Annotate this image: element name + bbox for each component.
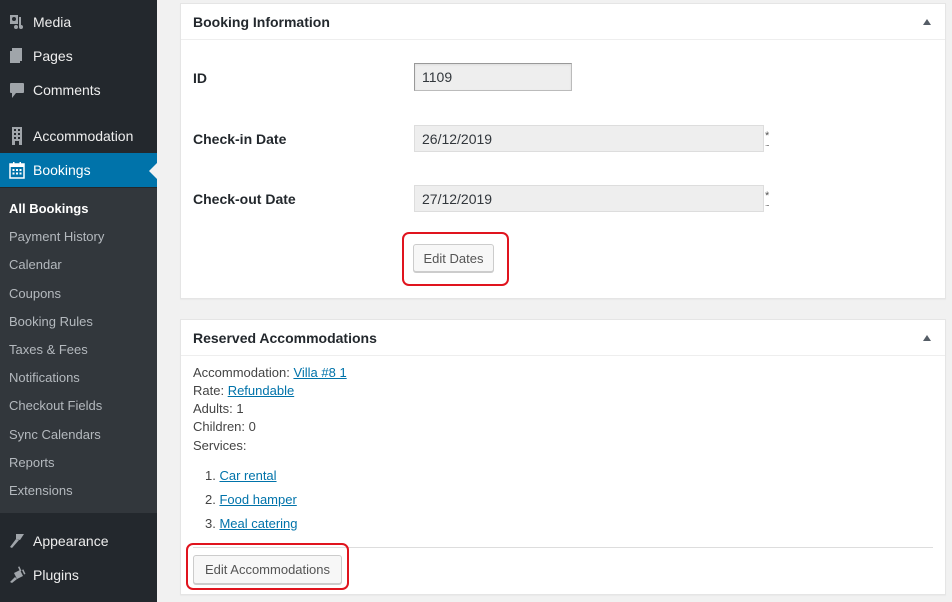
building-icon [0, 126, 33, 146]
submenu-checkout-fields[interactable]: Checkout Fields [9, 397, 102, 415]
submenu-sync-calendars[interactable]: Sync Calendars [9, 426, 101, 444]
booking-information-header[interactable]: Booking Information [181, 4, 945, 40]
service-link-car-rental[interactable]: Car rental [219, 468, 276, 483]
submenu-calendar[interactable]: Calendar [9, 256, 62, 274]
rate-link[interactable]: Refundable [228, 383, 295, 398]
submenu-all-bookings[interactable]: All Bookings [9, 200, 88, 218]
service-link-food-hamper[interactable]: Food hamper [219, 492, 296, 507]
booking-information-title: Booking Information [193, 13, 330, 30]
paintbrush-icon [0, 531, 33, 551]
submenu-taxes-fees[interactable]: Taxes & Fees [9, 341, 88, 359]
reserved-accommodations-box: Reserved Accommodations Accommodation: V… [180, 319, 946, 595]
sidebar-item-plugins[interactable]: Plugins [0, 558, 157, 592]
service-item: 2. Food hamper [205, 492, 297, 507]
service-item: 1. Car rental [205, 468, 277, 483]
submenu-reports[interactable]: Reports [9, 454, 55, 472]
rate-line: Rate: Refundable [193, 383, 295, 398]
required-mark: *... [765, 190, 770, 208]
sidebar-item-pages[interactable]: Pages [0, 39, 157, 73]
admin-sidebar: Media Pages Comments Accommodation Booki… [0, 0, 157, 602]
id-label: ID [193, 70, 207, 86]
sidebar-item-bookings[interactable]: Bookings [0, 153, 157, 187]
divider [193, 547, 933, 548]
sidebar-item-label: Accommodation [33, 128, 134, 144]
booking-information-box: Booking Information ID 1109 Check-in Dat… [180, 3, 946, 299]
accommodation-link[interactable]: Villa #8 1 [293, 365, 346, 380]
reserved-accommodations-header[interactable]: Reserved Accommodations [181, 320, 945, 356]
id-field[interactable]: 1109 [414, 63, 572, 91]
sidebar-item-label: Bookings [33, 162, 91, 178]
edit-dates-button[interactable]: Edit Dates [413, 244, 494, 272]
checkout-date-field[interactable]: 27/12/2019 [414, 185, 764, 212]
plugin-icon [0, 565, 33, 585]
collapse-toggle-icon[interactable] [923, 335, 931, 341]
calendar-icon [0, 160, 33, 180]
sidebar-item-label: Plugins [33, 567, 79, 583]
reserved-accommodations-title: Reserved Accommodations [193, 329, 377, 346]
bookings-submenu: All Bookings Payment History Calendar Co… [0, 188, 157, 513]
pages-icon [0, 46, 33, 66]
submenu-extensions[interactable]: Extensions [9, 482, 73, 500]
required-mark: *... [765, 130, 770, 148]
submenu-notifications[interactable]: Notifications [9, 369, 80, 387]
service-link-meal-catering[interactable]: Meal catering [219, 516, 297, 531]
edit-accommodations-button[interactable]: Edit Accommodations [193, 555, 342, 584]
adults-line: Adults: 1 [193, 401, 244, 416]
sidebar-item-label: Comments [33, 82, 101, 98]
sidebar-item-label: Appearance [33, 533, 109, 549]
children-line: Children: 0 [193, 419, 256, 434]
sidebar-item-label: Media [33, 14, 72, 30]
sidebar-item-media[interactable]: Media [0, 5, 157, 39]
service-item: 3. Meal catering [205, 516, 298, 531]
submenu-booking-rules[interactable]: Booking Rules [9, 313, 93, 331]
checkin-label: Check-in Date [193, 131, 287, 147]
media-icon [0, 12, 33, 32]
sidebar-item-accommodation[interactable]: Accommodation [0, 119, 157, 153]
accommodation-line: Accommodation: Villa #8 1 [193, 365, 347, 380]
checkout-label: Check-out Date [193, 191, 296, 207]
sidebar-item-appearance[interactable]: Appearance [0, 524, 157, 558]
sidebar-item-label: Pages [33, 48, 73, 64]
submenu-payment-history[interactable]: Payment History [9, 228, 104, 246]
checkin-date-field[interactable]: 26/12/2019 [414, 125, 764, 152]
collapse-toggle-icon[interactable] [923, 19, 931, 25]
services-label: Services: [193, 438, 247, 453]
sidebar-item-comments[interactable]: Comments [0, 73, 157, 107]
submenu-coupons[interactable]: Coupons [9, 285, 61, 303]
comments-icon [0, 80, 33, 100]
